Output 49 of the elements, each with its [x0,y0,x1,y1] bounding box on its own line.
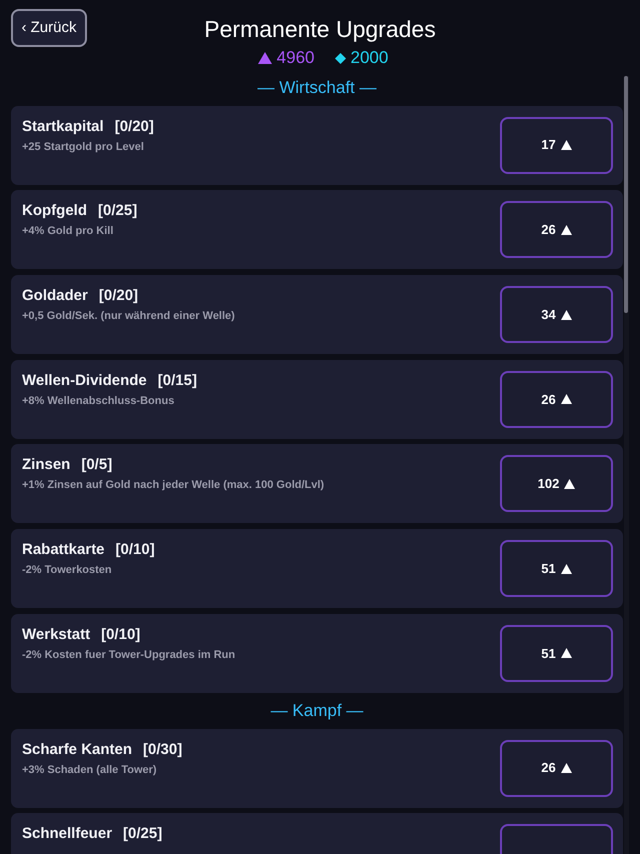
upgrade-description: +25 Startgold pro Level [22,140,145,155]
scrollbar-thumb[interactable] [624,76,628,313]
upgrade-description: -2% Towerkosten [22,563,113,578]
upgrade-rank: [0/20] [98,286,138,306]
upgrade-name: Startkapital [22,116,104,137]
section-heading: — Wirtschaft — [257,77,376,99]
triangle-icon [560,648,572,658]
currency-amount: 2000 [350,47,388,69]
buy-button[interactable]: 51 [500,624,613,682]
upgrade-name: Rabattkarte [22,540,105,560]
upgrade-name: Scharfe Kanten [22,740,132,760]
upgrade-rank: [0/30] [143,740,182,760]
triangle-icon [560,224,572,235]
upgrade-rank: [0/25] [123,824,162,844]
triangle-icon [560,763,572,773]
buy-button[interactable]: 102 [500,455,613,512]
buy-button[interactable]: 17 [500,116,613,174]
upgrade-rank: [0/5] [81,455,112,476]
upgrade-rank: [0/25] [98,201,138,222]
upgrade-name: Werkstatt [22,624,90,645]
triangle-icon [560,140,572,150]
upgrade-rank: [0/15] [158,370,197,391]
upgrade-name: Kopfgeld [22,201,87,222]
upgrade-description: +4% Gold pro Kill [22,224,114,240]
upgrade-description: +3% Schaden (alle Tower) [22,762,158,778]
currency-amount: 4960 [276,47,314,69]
triangle-icon [560,564,572,574]
upgrade-description: +8% Wellenabschluss-Bonus [22,394,176,409]
upgrade-description: +0,5 Gold/Sek. (nur während einer Welle) [22,309,236,324]
upgrade-rank: [0/20] [114,116,154,137]
upgrade-description: -2% Kosten fuer Tower-Upgrades im Run [22,648,236,663]
triangle-icon [560,310,572,320]
buy-button[interactable]: 51 [500,540,613,598]
upgrade-name: Schnellfeuer [22,824,112,844]
upgrade-rank: [0/10] [116,540,155,560]
upgrade-name: Goldader [22,286,88,306]
back-button[interactable]: ‹ Zurück [11,9,87,47]
buy-button[interactable]: 26 [500,370,613,428]
upgrade-name: Zinsen [22,455,70,476]
upgrade-description: +1% Zinsen auf Gold nach jeder Welle (max. 100 Gold/Lvl) [22,478,326,494]
upgrade-name: Wellen-Dividende [22,370,147,391]
section-heading: — Kampf — [270,700,364,722]
triangle-icon [560,394,572,404]
triangle-icon [564,478,576,489]
upgrade-rank: [0/10] [101,624,140,645]
buy-button[interactable]: 26 [500,740,613,796]
buy-button[interactable]: 26 [500,201,613,258]
page-title: Permanente Upgrades [204,15,436,43]
buy-button[interactable]: 34 [500,286,613,344]
